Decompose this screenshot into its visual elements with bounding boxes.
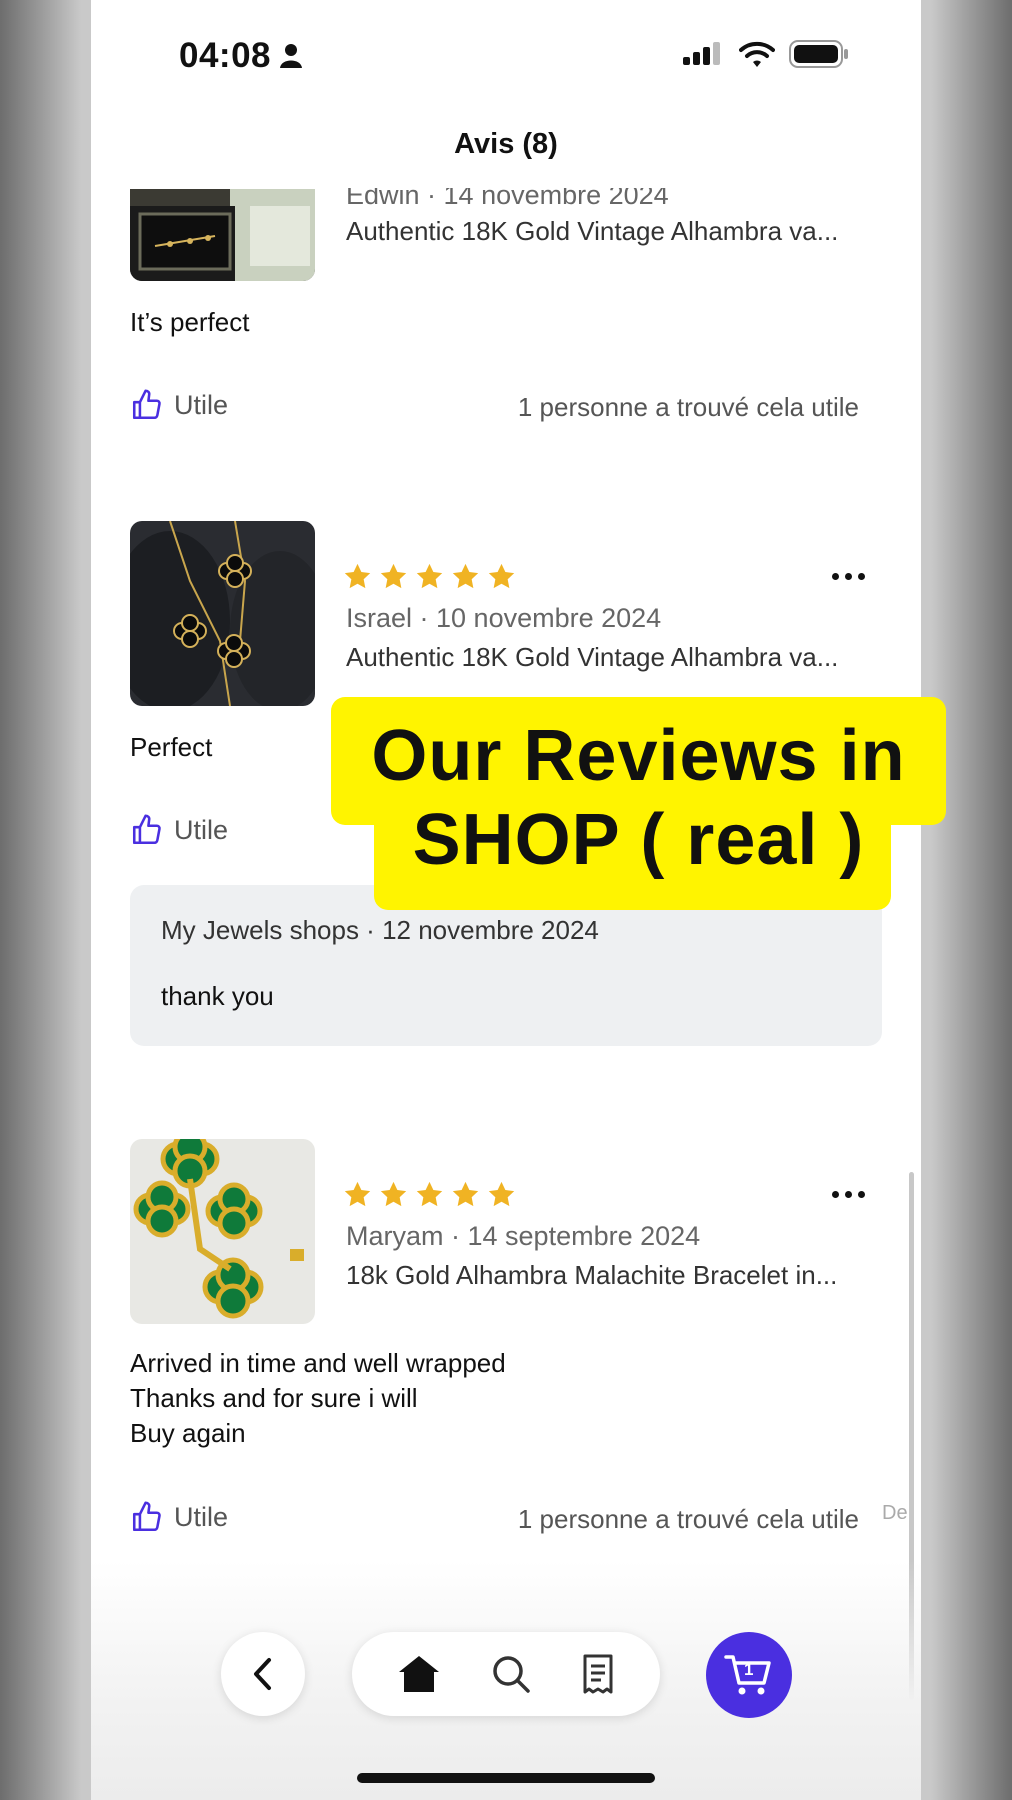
star-rating	[343, 1180, 516, 1209]
review-author-date: Israel · 10 novembre 2024	[346, 603, 662, 633]
more-options-button[interactable]	[832, 573, 865, 580]
star-icon	[416, 1181, 443, 1207]
helpful-count: 1 personne a trouvé cela utile	[517, 1504, 859, 1534]
thumbs-up-icon	[132, 389, 161, 420]
review-product-link[interactable]: Authentic 18K Gold Vintage Alhambra va..…	[346, 642, 838, 673]
star-icon	[416, 563, 443, 589]
star-icon	[344, 563, 371, 589]
cart-button[interactable]: 1	[706, 1632, 792, 1718]
chevron-left-icon	[254, 1658, 271, 1690]
back-button[interactable]	[221, 1632, 305, 1716]
home-indicator	[357, 1773, 655, 1783]
reply-author-date: My Jewels shops · 12 novembre 2024	[161, 915, 599, 945]
malachite-bracelet-image	[130, 1139, 315, 1324]
review-product-link[interactable]: 18k Gold Alhambra Malachite Bracelet in.…	[346, 1260, 837, 1291]
review-text: Arrived in time and well wrapped Thanks …	[130, 1348, 506, 1448]
review-photo[interactable]	[130, 189, 315, 281]
thumbs-up-icon	[132, 814, 161, 845]
review-photo[interactable]	[130, 1139, 315, 1324]
more-options-button[interactable]	[832, 1191, 865, 1198]
cart-count-badge: 1	[744, 1660, 754, 1679]
helpful-button[interactable]: Utile	[130, 813, 228, 847]
receipt-icon[interactable]	[581, 1654, 615, 1694]
star-rating	[343, 562, 516, 591]
overlay-caption: Our Reviews in SHOP ( real )	[371, 716, 906, 880]
helpful-count: 1 personne a trouvé cela utile	[517, 392, 859, 422]
page-title: Avis (8)	[454, 128, 558, 160]
status-time: 04:08	[179, 36, 303, 76]
star-icon	[452, 563, 479, 589]
battery-icon	[789, 40, 848, 68]
helpful-button[interactable]: Utile	[130, 1500, 228, 1534]
star-icon	[380, 563, 407, 589]
signal-icon	[683, 42, 720, 65]
star-icon	[488, 563, 515, 589]
helpful-button[interactable]: Utile	[130, 388, 228, 422]
status-icons	[683, 40, 849, 68]
clover-bracelet-image	[130, 521, 315, 706]
review-text: It’s perfect	[130, 307, 250, 337]
jewelry-box-image	[130, 189, 315, 281]
wifi-icon	[739, 41, 775, 67]
person-icon	[280, 44, 303, 68]
clipped-label: De	[882, 1502, 908, 1524]
reply-text: thank you	[161, 981, 274, 1011]
thumbs-up-icon	[132, 1501, 161, 1532]
review-author-date: Edwin · 14 novembre 2024	[346, 180, 669, 210]
star-icon	[380, 1181, 407, 1207]
home-icon[interactable]	[397, 1654, 441, 1694]
review-product-link[interactable]: Authentic 18K Gold Vintage Alhambra va..…	[346, 216, 838, 247]
star-icon	[452, 1181, 479, 1207]
star-icon	[344, 1181, 371, 1207]
bottom-nav	[352, 1632, 660, 1716]
search-icon[interactable]	[491, 1654, 531, 1694]
star-icon	[488, 1181, 515, 1207]
review-photo[interactable]	[130, 521, 315, 706]
review-author-date: Maryam · 14 septembre 2024	[346, 1221, 701, 1251]
review-text: Perfect	[130, 732, 213, 762]
